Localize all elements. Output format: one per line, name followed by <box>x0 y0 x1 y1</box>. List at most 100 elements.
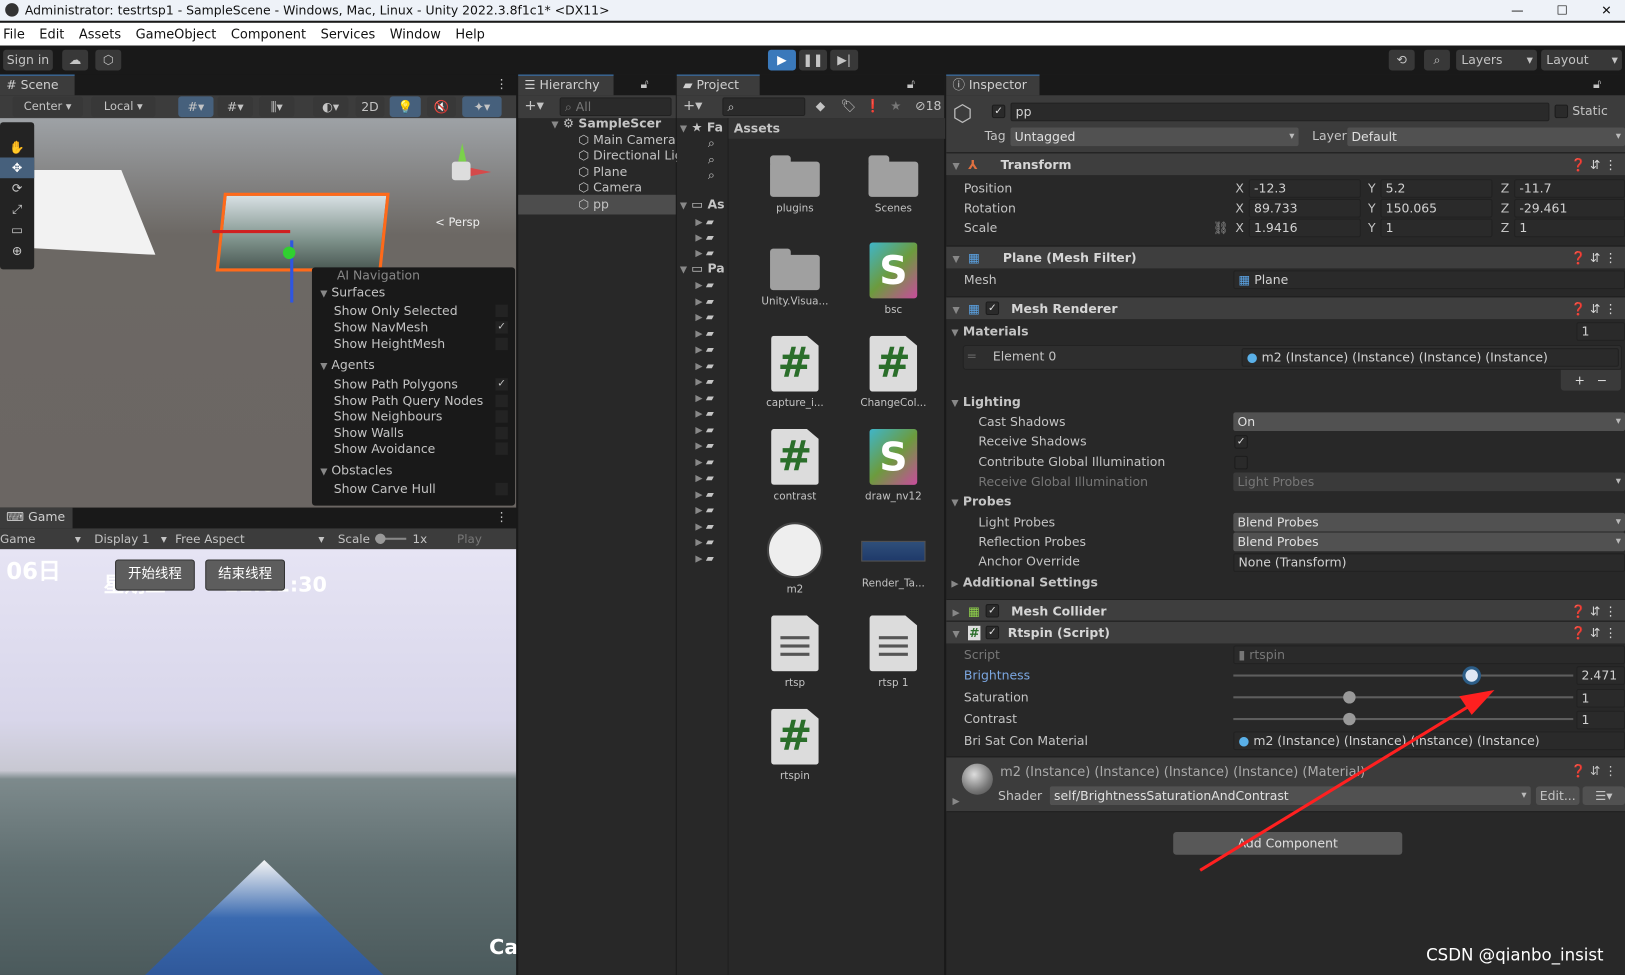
slider-thumb[interactable] <box>1342 712 1356 726</box>
component-menu-icons[interactable]: ❓ ⇵ ⋮ <box>1571 297 1617 320</box>
more-icon[interactable]: ⋮ <box>495 510 507 525</box>
tab-inspector[interactable]: ⓘ Inspector <box>946 74 1040 96</box>
component-menu-icons[interactable]: ❓ ⇵ ⋮ <box>1571 764 1617 779</box>
menu-services[interactable]: Services <box>321 23 376 46</box>
menu-help[interactable]: Help <box>455 23 485 46</box>
persp-label[interactable]: < Persp <box>435 216 480 229</box>
effects-toggle[interactable]: ✦▾ <box>462 96 502 118</box>
play-button[interactable]: ▶ <box>767 49 796 71</box>
component-menu-icons[interactable]: ❓ ⇵ ⋮ <box>1571 600 1617 623</box>
more-icon[interactable]: ⋮ <box>495 77 507 92</box>
component-menu-icons[interactable]: ❓ ⇵ ⋮ <box>1571 247 1617 270</box>
tab-hierarchy[interactable]: ☰ Hierarchy <box>518 74 614 96</box>
menu-assets[interactable]: Assets <box>79 23 121 46</box>
mesh-renderer-enabled-checkbox[interactable]: ✓ <box>985 301 1000 315</box>
project-asset[interactable]: m2 <box>753 522 836 596</box>
position-y-field[interactable]: 5.2 <box>1380 179 1493 198</box>
assets-breadcrumb[interactable]: Assets <box>728 118 946 139</box>
slider-thumb[interactable] <box>1465 669 1478 682</box>
reflection-probes-dropdown[interactable]: Blend Probes <box>1233 532 1625 552</box>
shader-options-button[interactable]: ☰▾ <box>1582 786 1625 806</box>
light-probes-dropdown[interactable]: Blend Probes <box>1233 512 1625 532</box>
brightness-slider[interactable] <box>1233 669 1574 682</box>
rotation-z-field[interactable]: -29.461 <box>1514 198 1625 218</box>
snap-button[interactable]: #▾ <box>217 96 253 118</box>
name-field[interactable]: pp <box>1010 102 1550 122</box>
transform-header[interactable]: ▼ ⅄ Transform ❓ ⇵ ⋮ <box>946 152 1625 176</box>
game-view-dropdown[interactable]: Game ▾ <box>0 528 85 549</box>
nav-show-carve-hull-checkbox[interactable] <box>495 482 508 496</box>
brightness-field[interactable]: 2.471 <box>1576 666 1625 685</box>
menu-file[interactable]: File <box>3 23 25 46</box>
nav-show-heightmesh-checkbox[interactable] <box>495 337 508 351</box>
mesh-renderer-header[interactable]: ▼ ▦ ✓ Mesh Renderer ❓ ⇵ ⋮ <box>946 296 1625 320</box>
project-asset[interactable]: # rtspin <box>753 708 836 782</box>
shader-edit-button[interactable]: Edit... <box>1535 786 1580 806</box>
transform-tool-icon[interactable]: ⊕ <box>0 240 34 261</box>
nav-show-walls-checkbox[interactable] <box>495 426 508 440</box>
active-checkbox[interactable]: ✓ <box>991 104 1006 119</box>
tab-game[interactable]: ⌨ Game <box>0 507 73 529</box>
sign-in-button[interactable]: Sign in <box>3 49 53 71</box>
probes-foldout[interactable]: ▼ Probes <box>951 492 1011 514</box>
component-menu-icons[interactable]: ❓ ⇵ ⋮ <box>1571 622 1617 645</box>
shading-mode-button[interactable]: ◐▾ <box>312 96 349 118</box>
2d-toggle[interactable]: 2D <box>355 96 385 118</box>
hand-tool-icon[interactable]: ✋ <box>0 137 34 158</box>
minimize-button[interactable]: — <box>1511 0 1523 21</box>
lock-icon[interactable]: 🔓︎ <box>1593 77 1601 93</box>
mesh-filter-header[interactable]: ▼ ▦ Plane (Mesh Filter) ❓ ⇵ ⋮ <box>946 245 1625 270</box>
maximize-button[interactable]: ☐ <box>1557 0 1568 21</box>
mesh-field[interactable]: ▦ Plane <box>1233 270 1625 290</box>
static-checkbox[interactable] <box>1554 104 1569 119</box>
pause-button[interactable]: ❚❚ <box>799 49 828 71</box>
scene-orientation-gizmo[interactable] <box>433 142 495 205</box>
move-tool-icon[interactable]: ✥ <box>0 157 35 179</box>
close-button[interactable]: ✕ <box>1601 0 1611 21</box>
history-icon[interactable]: ⟲ <box>1388 49 1415 71</box>
material-foldout-icon[interactable]: ▶ <box>952 797 959 807</box>
gizmo-x-axis[interactable] <box>212 230 291 234</box>
tab-project[interactable]: ▰ Project <box>676 74 760 96</box>
increment-snap-button[interactable]: ⫼▾ <box>259 96 295 118</box>
materials-foldout[interactable]: ▼ Materials <box>951 322 1028 344</box>
step-button[interactable]: ▶| <box>830 49 859 71</box>
receive-shadows-checkbox[interactable]: ✓ <box>1234 435 1248 449</box>
shader-dropdown[interactable]: self/BrightnessSaturationAndContrast <box>1049 786 1531 806</box>
grid-snap-button[interactable]: #▾ <box>178 96 214 118</box>
pivot-dropdown[interactable]: Center ▾ <box>12 96 83 118</box>
gizmo-y-axis[interactable] <box>282 246 296 260</box>
lighting-foldout[interactable]: ▼ Lighting <box>951 393 1020 415</box>
stop-thread-button[interactable]: 结束线程 <box>205 559 286 591</box>
scale-y-field[interactable]: 1 <box>1380 218 1493 238</box>
collab-icon[interactable]: ⬡ <box>95 49 122 71</box>
rtspin-script-header[interactable]: ▼ # ✓ Rtspin (Script) ❓ ⇵ ⋮ <box>946 620 1625 645</box>
obstacles-section[interactable]: ▼ Obstacles <box>320 462 392 479</box>
game-viewport[interactable]: 06日 星期三 11:01:30 开始线程 结束线程 Ca <box>0 549 517 975</box>
rotate-tool-icon[interactable]: ⟳ <box>0 178 34 199</box>
contribute-gi-checkbox[interactable] <box>1234 455 1248 470</box>
project-asset[interactable]: # capture_i... <box>753 335 836 409</box>
search-icon[interactable]: ⌕ <box>1424 49 1450 71</box>
script-enabled-checkbox[interactable]: ✓ <box>985 625 1000 640</box>
project-asset[interactable]: # ChangeCol... <box>852 335 935 409</box>
lighting-toggle[interactable]: 💡 <box>389 96 421 118</box>
lock-icon[interactable]: 🔓︎ <box>640 77 648 93</box>
menu-edit[interactable]: Edit <box>39 23 64 46</box>
nav-show-path-query-nodes-checkbox[interactable] <box>495 394 508 408</box>
project-asset[interactable]: Sdraw_nv12 <box>852 428 935 503</box>
project-asset[interactable]: rtsp <box>753 615 836 689</box>
element-0-field[interactable]: ● m2 (Instance) (Instance) (Instance) (I… <box>1241 348 1619 367</box>
add-remove-buttons[interactable]: + − <box>1560 369 1621 391</box>
lock-icon[interactable]: 🔓︎ <box>907 77 915 93</box>
saturation-field[interactable]: 1 <box>1576 689 1625 708</box>
audio-toggle[interactable]: 🔇 <box>426 96 457 118</box>
rotation-x-field[interactable]: 89.733 <box>1248 198 1361 218</box>
project-asset[interactable]: Render_Ta... <box>852 522 935 590</box>
aspect-dropdown[interactable]: Free Aspect ▾ <box>175 528 328 549</box>
hierarchy-item-selected[interactable]: ⬡ pp <box>518 194 676 215</box>
filter-log-icon[interactable]: ❗ <box>865 98 880 113</box>
project-asset[interactable]: Unity.Visua... <box>753 242 836 308</box>
cast-shadows-dropdown[interactable]: On <box>1233 412 1625 432</box>
anchor-override-field[interactable]: None (Transform) <box>1233 553 1625 572</box>
